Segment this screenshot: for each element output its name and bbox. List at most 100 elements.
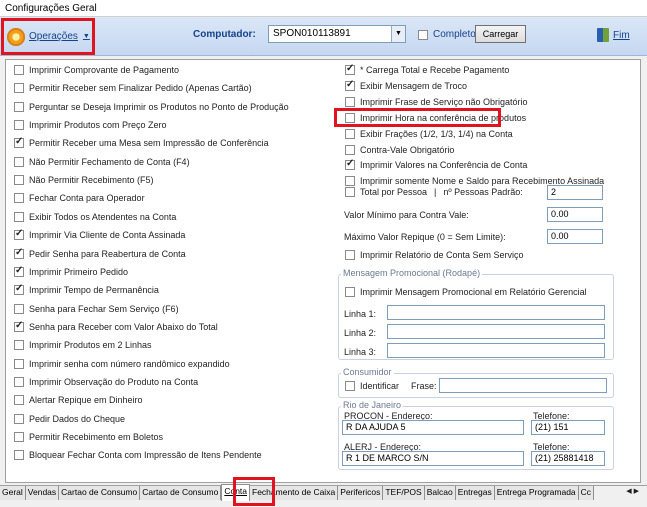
mensagem-promocional-checkbox[interactable] — [345, 287, 355, 297]
left-option[interactable]: Permitir Receber uma Mesa sem Impressão … — [14, 136, 269, 149]
carregar-button[interactable]: Carregar — [475, 25, 526, 43]
frase-field[interactable] — [439, 378, 607, 393]
tab-scroll-arrows-icon[interactable]: ◀ ▶ — [626, 487, 639, 495]
left-checkbox[interactable] — [14, 136, 24, 149]
left-checkbox[interactable] — [14, 247, 24, 259]
left-option[interactable]: Imprimir Primeiro Pedido — [14, 265, 128, 277]
left-checkbox[interactable] — [14, 303, 24, 314]
left-checkbox[interactable] — [14, 228, 24, 241]
identificar-checkbox[interactable] — [345, 381, 355, 391]
tab-tef-pos[interactable]: TEF/POS — [383, 486, 425, 500]
tab-vendas[interactable]: Vendas — [25, 486, 60, 500]
left-option[interactable]: Imprimir Produtos em 2 Linhas — [14, 340, 152, 351]
left-checkbox[interactable] — [14, 395, 24, 406]
tab-fechamento-de-caixa[interactable]: Fechamento de Caixa — [250, 486, 339, 500]
right-checkbox[interactable] — [345, 112, 355, 123]
left-option[interactable]: Imprimir Produtos com Preço Zero — [14, 120, 167, 131]
left-option[interactable]: Pedir Senha para Reabertura de Conta — [14, 247, 186, 259]
left-checkbox[interactable] — [14, 65, 24, 75]
tab-balcao[interactable]: Balcao — [424, 486, 456, 500]
left-label: Permitir Receber sem Finalizar Pedido (A… — [29, 83, 252, 94]
computador-select[interactable]: SPON010113891 ▼ — [268, 25, 406, 43]
left-option[interactable]: Imprimir Via Cliente de Conta Assinada — [14, 228, 185, 241]
left-option[interactable]: Imprimir Tempo de Permanência — [14, 283, 159, 296]
left-option[interactable]: Perguntar se Deseja Imprimir os Produtos… — [14, 101, 289, 112]
left-option[interactable]: Senha para Receber com Valor Abaixo do T… — [14, 320, 218, 332]
linha1-field[interactable] — [387, 305, 605, 320]
identificar-option[interactable]: Identificar — [345, 381, 399, 391]
fim-button[interactable]: Fim — [597, 28, 630, 42]
left-checkbox[interactable] — [14, 340, 24, 351]
pessoas-field[interactable]: 2 — [547, 185, 603, 200]
left-checkbox[interactable] — [14, 101, 24, 112]
right-checkbox[interactable] — [345, 144, 355, 155]
left-checkbox[interactable] — [14, 450, 24, 461]
left-option[interactable]: Alertar Repique em Dinheiro — [14, 395, 143, 406]
left-checkbox[interactable] — [14, 320, 24, 332]
left-option[interactable]: Pedir Dados do Cheque — [14, 413, 125, 424]
right-checkbox[interactable] — [345, 158, 355, 171]
right-checkbox[interactable] — [345, 96, 355, 107]
completo-checkbox[interactable]: Completo — [418, 29, 476, 40]
left-checkbox[interactable] — [14, 193, 24, 204]
left-option[interactable]: Não Permitir Fechamento de Conta (F4) — [14, 156, 190, 167]
operacoes-button[interactable]: Operações ▼ — [3, 21, 93, 52]
tab-conta[interactable]: Conta — [221, 484, 251, 501]
left-option[interactable]: Imprimir Comprovante de Pagamento — [14, 65, 179, 75]
left-option[interactable]: Imprimir senha com número randômico expa… — [14, 358, 230, 369]
tab-entrega-programada[interactable]: Entrega Programada — [494, 486, 579, 500]
procon-tel-field[interactable]: (21) 151 — [531, 420, 605, 435]
left-checkbox[interactable] — [14, 413, 24, 424]
right-checkbox[interactable] — [345, 79, 355, 91]
right-option[interactable]: Imprimir Valores na Conferência de Conta — [345, 158, 527, 171]
left-checkbox[interactable] — [14, 120, 24, 131]
left-checkbox[interactable] — [14, 432, 24, 442]
left-checkbox[interactable] — [14, 283, 24, 296]
left-checkbox[interactable] — [14, 358, 24, 369]
tab-perifericos[interactable]: Perifericos — [338, 486, 384, 500]
relatorio-sem-servico-option[interactable]: Imprimir Relatório de Conta Sem Serviço — [345, 250, 524, 260]
left-option[interactable]: Não Permitir Recebimento (F5) — [14, 175, 154, 186]
left-checkbox[interactable] — [14, 156, 24, 167]
right-checkbox[interactable] — [345, 128, 355, 139]
left-option[interactable]: Permitir Receber sem Finalizar Pedido (A… — [14, 83, 252, 94]
mensagem-promocional-option[interactable]: Imprimir Mensagem Promocional em Relatór… — [345, 287, 587, 297]
left-checkbox[interactable] — [14, 376, 24, 387]
left-checkbox[interactable] — [14, 83, 24, 94]
tab-geral[interactable]: Geral — [0, 486, 26, 500]
left-option[interactable]: Permitir Recebimento em Boletos — [14, 432, 163, 442]
right-option[interactable]: Imprimir Hora na conferência de produtos — [345, 112, 526, 123]
right-option[interactable]: Imprimir Frase de Serviço não Obrigatóri… — [345, 96, 528, 107]
linha3-field[interactable] — [387, 343, 605, 358]
right-option[interactable]: Exibir Mensagem de Troco — [345, 79, 467, 91]
left-option[interactable]: Senha para Fechar Sem Serviço (F6) — [14, 303, 179, 314]
alerj-tel-field[interactable]: (21) 25881418 — [531, 451, 605, 466]
right-option[interactable]: Exibir Frações (1/2, 1/3, 1/4) na Conta — [345, 128, 513, 139]
tab-cartao-de-consumo[interactable]: Cartao de Consumo — [140, 486, 222, 500]
right-option[interactable]: * Carrega Total e Recebe Pagamento — [345, 63, 509, 75]
maximo-repique-field[interactable]: 0.00 — [547, 229, 603, 244]
tab-entregas[interactable]: Entregas — [455, 486, 495, 500]
right-option[interactable]: Contra-Vale Obrigatório — [345, 144, 454, 155]
tab-cc[interactable]: Cc — [578, 486, 595, 500]
total-pessoa-option[interactable]: Total por Pessoa | nº Pessoas Padrão: — [345, 187, 523, 197]
alerj-field[interactable]: R 1 DE MARCO S/N — [342, 451, 524, 466]
dropdown-arrow-icon[interactable]: ▼ — [391, 26, 405, 42]
tab-cartao-de-consumo[interactable]: Cartao de Consumo — [59, 486, 141, 500]
valor-minimo-field[interactable]: 0.00 — [547, 207, 603, 222]
left-option[interactable]: Imprimir Observação do Produto na Conta — [14, 376, 198, 387]
left-option[interactable]: Exibir Todos os Atendentes na Conta — [14, 211, 176, 222]
exit-door-icon — [597, 28, 609, 42]
left-checkbox[interactable] — [14, 265, 24, 277]
right-checkbox[interactable] — [345, 176, 355, 187]
left-option[interactable]: Fechar Conta para Operador — [14, 193, 145, 204]
linha2-field[interactable] — [387, 324, 605, 339]
total-pessoa-checkbox[interactable] — [345, 187, 355, 197]
left-checkbox[interactable] — [14, 211, 24, 222]
completo-check-box[interactable] — [418, 29, 428, 40]
relatorio-sem-servico-checkbox[interactable] — [345, 250, 355, 260]
left-checkbox[interactable] — [14, 175, 24, 186]
right-checkbox[interactable] — [345, 63, 355, 75]
left-option[interactable]: Bloquear Fechar Conta com Impressão de I… — [14, 450, 262, 461]
procon-field[interactable]: R DA AJUDA 5 — [342, 420, 524, 435]
